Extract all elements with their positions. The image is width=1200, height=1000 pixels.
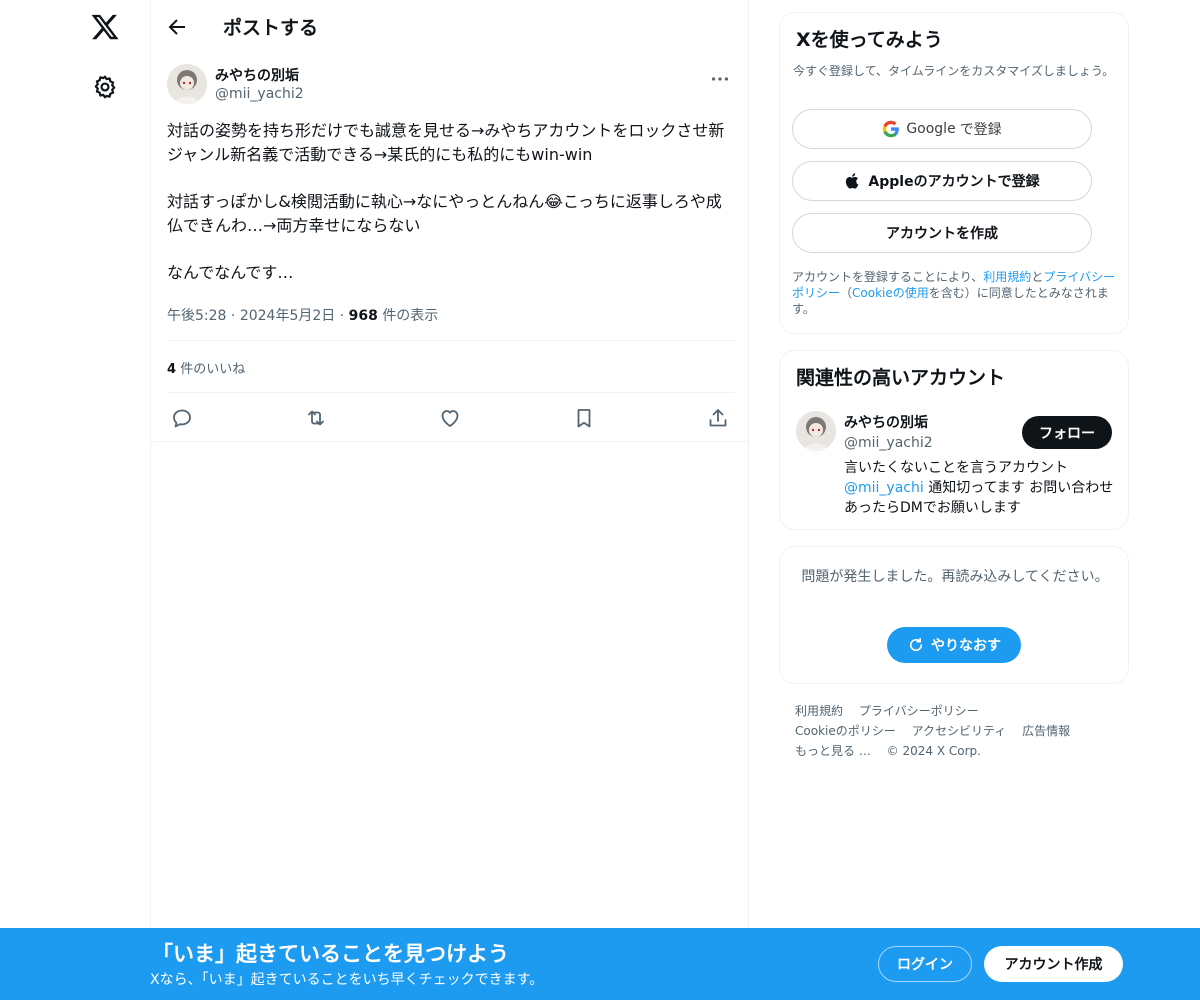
banner-subtitle: Xなら、「いま」起きていることをいち早くチェックできます。 bbox=[150, 972, 544, 988]
google-logo-icon bbox=[883, 120, 900, 138]
terms-link[interactable]: 利用規約 bbox=[983, 270, 1031, 284]
error-card: 問題が発生しました。再読み込みしてください。 やりなおす bbox=[779, 546, 1129, 684]
signup-subtitle: 今すぐ登録して、タイムラインをカスタマイズしましょう。 bbox=[793, 64, 1115, 78]
post-meta: 午後5:28 · 2024年5月2日 · 968 件の表示 bbox=[167, 305, 438, 325]
sidebar-footer: 利用規約 プライバシーポリシー Cookieのポリシー アクセシビリティ 広告情… bbox=[795, 701, 1115, 761]
legal-and: と bbox=[1031, 270, 1044, 284]
legal-pre: アカウントを登録することにより、 bbox=[792, 270, 984, 284]
footer-link-privacy[interactable]: プライバシーポリシー bbox=[859, 701, 979, 721]
left-nav bbox=[0, 0, 150, 1000]
create-account-button[interactable]: アカウントを作成 bbox=[792, 213, 1092, 253]
footer-link-accessibility[interactable]: アクセシビリティ bbox=[912, 721, 1007, 741]
legal-mid: （ bbox=[840, 286, 853, 300]
signup-button[interactable]: アカウント作成 bbox=[984, 946, 1123, 982]
legal-text: アカウントを登録することにより、利用規約とプライバシーポリシー（Cookieの使… bbox=[792, 269, 1120, 317]
related-title: 関連性の高いアカウント bbox=[796, 367, 1006, 389]
page-header: ポストする bbox=[151, 0, 749, 54]
post-time[interactable]: 午後5:28 bbox=[167, 308, 226, 324]
avatar[interactable] bbox=[796, 411, 836, 451]
bio-text: 言いたくないことを言うアカウント bbox=[844, 460, 1068, 476]
post-date[interactable]: 2024年5月2日 bbox=[240, 308, 335, 324]
gear-icon[interactable] bbox=[92, 74, 118, 100]
post-paragraph: なんでなんです… bbox=[167, 263, 294, 282]
follow-button[interactable]: フォロー bbox=[1022, 416, 1112, 449]
more-options-icon[interactable] bbox=[709, 68, 731, 90]
like-label: 件のいいね bbox=[180, 362, 246, 377]
footer-link-cookie[interactable]: Cookieのポリシー bbox=[795, 721, 896, 741]
signup-card: Xを使ってみよう 今すぐ登録して、タイムラインをカスタマイズしましょう。 Goo… bbox=[779, 12, 1129, 334]
reply-icon[interactable] bbox=[170, 406, 194, 430]
related-accounts-card: 関連性の高いアカウント みやちの別垢 @mii_yachi2 フォロー 言いたく… bbox=[779, 350, 1129, 530]
login-button[interactable]: ログイン bbox=[878, 946, 972, 982]
view-count: 968 bbox=[348, 308, 378, 324]
author-handle[interactable]: @mii_yachi2 bbox=[215, 86, 304, 102]
cookie-link[interactable]: Cookieの使用 bbox=[852, 286, 929, 300]
related-account-handle[interactable]: @mii_yachi2 bbox=[844, 435, 933, 451]
meta-separator: · bbox=[339, 308, 349, 324]
likes-summary[interactable]: 4 件のいいね bbox=[167, 358, 245, 377]
related-account-bio: 言いたくないことを言うアカウント @mii_yachi 通知切ってます お問い合… bbox=[844, 458, 1116, 518]
footer-link-more[interactable]: もっと見る … bbox=[795, 741, 871, 761]
banner-title: 「いま」起きていることを見つけよう bbox=[152, 942, 509, 966]
post-text: 対話の姿勢を持ち形だけでも誠意を見せる→みやちアカウントをロックさせ新ジャンル新… bbox=[167, 119, 735, 308]
view-label: 件の表示 bbox=[382, 308, 439, 324]
refresh-icon bbox=[909, 637, 923, 652]
post-author: みやちの別垢 @mii_yachi2 bbox=[167, 64, 733, 106]
create-account-label: アカウントを作成 bbox=[886, 226, 998, 242]
like-icon[interactable] bbox=[438, 406, 462, 430]
post-paragraph: 対話の姿勢を持ち形だけでも誠意を見せる→みやちアカウントをロックさせ新ジャンル新… bbox=[167, 121, 725, 164]
bookmark-icon[interactable] bbox=[572, 406, 596, 430]
retry-label: やりなおす bbox=[931, 638, 1001, 654]
divider bbox=[151, 441, 749, 442]
page-title: ポストする bbox=[223, 17, 319, 39]
bio-mention-link[interactable]: @mii_yachi bbox=[844, 480, 924, 496]
x-logo-icon[interactable] bbox=[90, 12, 120, 42]
author-name[interactable]: みやちの別垢 bbox=[215, 65, 299, 85]
repost-icon[interactable] bbox=[304, 406, 328, 430]
share-icon[interactable] bbox=[706, 406, 730, 430]
google-word: Google bbox=[906, 121, 956, 137]
copyright: © 2024 X Corp. bbox=[886, 744, 981, 758]
footer-link-ads[interactable]: 広告情報 bbox=[1022, 721, 1070, 741]
error-message: 問題が発生しました。再読み込みしてください。 bbox=[801, 569, 1109, 585]
main-column: ポストする みやちの別垢 @mii_yachi2 対話の姿勢を持ち形だけでも誠意… bbox=[150, 0, 749, 1000]
like-count: 4 bbox=[167, 362, 177, 377]
related-account-name[interactable]: みやちの別垢 bbox=[844, 412, 928, 432]
retry-button[interactable]: やりなおす bbox=[887, 627, 1021, 663]
google-signup-button[interactable]: Google で登録 bbox=[792, 109, 1092, 149]
divider bbox=[167, 392, 734, 393]
meta-separator: · bbox=[230, 308, 240, 324]
apple-signup-button[interactable]: Appleのアカウントで登録 bbox=[792, 161, 1092, 201]
divider bbox=[167, 340, 734, 341]
avatar[interactable] bbox=[167, 64, 207, 104]
post-actions bbox=[167, 404, 733, 432]
signup-title: Xを使ってみよう bbox=[796, 29, 943, 51]
apple-logo-icon bbox=[846, 173, 859, 189]
footer-link-terms[interactable]: 利用規約 bbox=[795, 701, 843, 721]
google-suffix: で登録 bbox=[959, 122, 1002, 138]
arrow-left-icon[interactable] bbox=[165, 15, 189, 39]
apple-signup-label: Appleのアカウントで登録 bbox=[868, 174, 1040, 190]
login-banner: 「いま」起きていることを見つけよう Xなら、「いま」起きていることをいち早くチェ… bbox=[0, 928, 1200, 1000]
post-paragraph: 対話すっぽかし&検閲活動に執心→なにやっとんねん😂こっちに返事しろや成仏できんわ… bbox=[167, 192, 722, 235]
